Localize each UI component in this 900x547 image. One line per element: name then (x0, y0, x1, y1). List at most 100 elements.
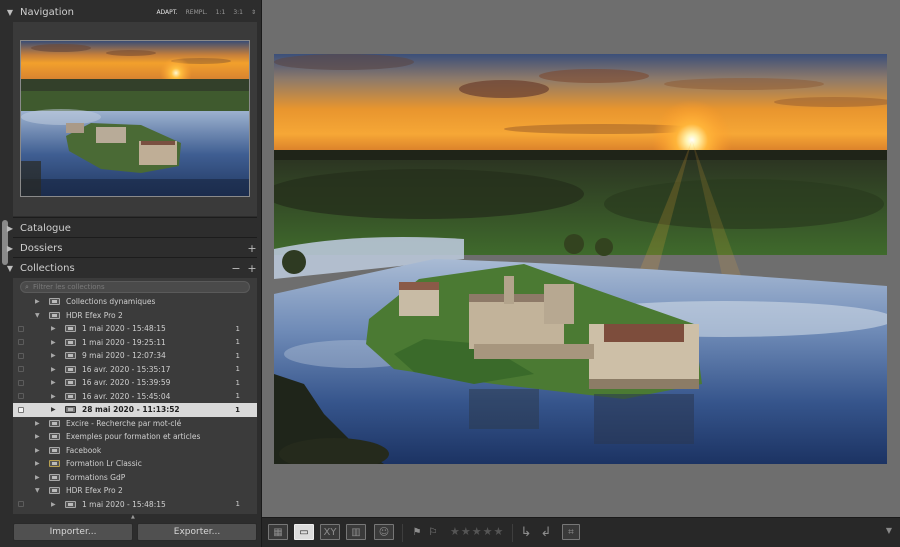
collection-set-icon (49, 419, 60, 427)
grid-view-icon[interactable]: ▦ (268, 524, 288, 540)
collection-set-row[interactable]: ▶ Collections dynamiques (13, 295, 257, 309)
target-collection-checkbox[interactable] (18, 325, 24, 332)
collection-icon (65, 406, 76, 413)
collection-row[interactable]: ▶ 1 mai 2020 - 15:48:15 1 (13, 498, 257, 512)
collection-icon (65, 325, 76, 332)
collection-icon (65, 365, 76, 373)
expand-triangle-icon[interactable]: ▶ (35, 447, 40, 454)
zoom-dropdown-icon[interactable]: ⇕ (251, 9, 256, 16)
collection-label: 1 mai 2020 - 15:48:15 (82, 499, 166, 509)
add-folder-icon[interactable]: + (246, 242, 258, 255)
rotate-right-icon[interactable]: ↲ (538, 524, 554, 540)
collection-row[interactable]: ▶ 1 mai 2020 - 19:25:11 1 (13, 336, 257, 350)
zoom-option-rempl[interactable]: REMPL. (186, 9, 208, 16)
target-collection-checkbox[interactable] (18, 352, 24, 359)
collection-label: 28 mai 2020 - 11:13:52 (82, 405, 180, 415)
expand-triangle-icon[interactable]: ▶ (51, 366, 56, 373)
remove-collection-icon[interactable]: − (230, 262, 242, 275)
expand-triangle-icon[interactable]: ▶ (51, 501, 56, 508)
collapse-triangle-icon[interactable]: ▼ (35, 312, 40, 319)
zoom-option-adapt[interactable]: ADAPT. (156, 9, 177, 16)
collection-set-row[interactable]: ▼ HDR Efex Pro 2 (13, 309, 257, 323)
target-collection-checkbox[interactable] (18, 406, 24, 413)
expand-triangle-icon[interactable]: ▶ (35, 460, 40, 467)
collection-label: 9 mai 2020 - 12:07:34 (82, 351, 166, 361)
collection-set-row[interactable]: ▶ Formations GdP (13, 471, 257, 485)
collection-count: 1 (235, 392, 240, 401)
expand-triangle-icon[interactable]: ▶ (35, 420, 40, 427)
collection-row[interactable]: ▶ 1 mai 2020 - 15:48:15 1 (13, 322, 257, 336)
collection-set-icon (49, 473, 60, 481)
collection-set-row[interactable]: ▶ Formation Lr Classic (13, 457, 257, 471)
search-icon: ⌕ (25, 282, 29, 291)
collections-list: ⌕ Filtrer les collections ▶ Collections d… (13, 278, 257, 514)
zoom-option-3-1[interactable]: 3:1 (233, 9, 243, 16)
toolbar-divider (402, 524, 403, 542)
collection-count: 1 (235, 351, 240, 360)
collections-filter-field[interactable]: ⌕ Filtrer les collections (20, 281, 250, 293)
collapse-triangle-icon[interactable]: ▼ (0, 8, 20, 17)
collapse-triangle-icon[interactable]: ▼ (0, 264, 20, 273)
collection-count: 1 (235, 500, 240, 509)
flag-pick-icon[interactable]: ⚑ (410, 524, 424, 540)
toolbar-menu-icon[interactable]: ▼ (886, 526, 892, 535)
expand-triangle-icon[interactable]: ▶ (51, 406, 56, 413)
panel-resize-grip-icon[interactable]: ▲ (131, 514, 135, 520)
collection-label: 1 mai 2020 - 15:48:15 (82, 324, 166, 334)
expand-triangle-icon[interactable]: ▶ (35, 433, 40, 440)
add-collection-icon[interactable]: + (246, 262, 258, 275)
loupe-canvas[interactable] (262, 0, 900, 517)
survey-view-icon[interactable]: ▥ (346, 524, 366, 540)
expand-triangle-icon[interactable]: ▶ (51, 393, 56, 400)
expand-triangle-icon[interactable]: ▶ (51, 339, 56, 346)
expand-triangle-icon[interactable]: ▶ (0, 244, 20, 253)
target-collection-checkbox[interactable] (18, 393, 24, 400)
catalogue-panel-header[interactable]: ▶ Catalogue (0, 218, 262, 238)
collection-row[interactable]: ▶ 28 mai 2020 - 11:13:52 1 (13, 403, 257, 417)
expand-triangle-icon[interactable]: ▶ (51, 379, 56, 386)
navigator-preview-image[interactable] (20, 40, 250, 197)
rotate-left-icon[interactable]: ↳ (518, 524, 534, 540)
collections-panel-header[interactable]: ▼ Collections − + (0, 258, 262, 278)
star-rating[interactable]: ★★★★★ (450, 525, 504, 538)
collection-set-icon (49, 446, 60, 454)
collection-set-row[interactable]: ▶ Exemples pour formation et articles (13, 430, 257, 444)
bottom-toolbar: ▦ ▭ XY ▥ ☺ ⚑ ⚐ ★★★★★ ↳ ↲ ⌗ ▼ (262, 517, 900, 547)
collection-icon (65, 500, 76, 508)
collection-count: 1 (235, 378, 240, 387)
zoom-option-1-1[interactable]: 1:1 (216, 9, 226, 16)
collection-set-row[interactable]: ▶ Facebook (13, 444, 257, 458)
collection-set-icon (49, 311, 60, 319)
collection-row[interactable]: ▶ 16 avr. 2020 - 15:39:59 1 (13, 376, 257, 390)
target-collection-checkbox[interactable] (18, 339, 24, 346)
compare-view-icon[interactable]: XY (320, 524, 340, 540)
expand-triangle-icon[interactable]: ▶ (35, 474, 40, 481)
navigation-panel-header[interactable]: ▼ Navigation ADAPT. REMPL. 1:1 3:1 ⇕ (0, 2, 262, 22)
collection-row[interactable]: ▶ 16 avr. 2020 - 15:45:04 1 (13, 390, 257, 404)
collection-label: Excire - Recherche par mot-clé (66, 418, 182, 428)
flag-reject-icon[interactable]: ⚐ (426, 524, 440, 540)
export-button[interactable]: Exporter... (137, 523, 257, 541)
target-collection-checkbox[interactable] (18, 501, 24, 508)
main-photo[interactable] (274, 54, 887, 464)
collapse-triangle-icon[interactable]: ▼ (35, 487, 40, 494)
collection-row[interactable]: ▶ 16 avr. 2020 - 15:35:17 1 (13, 363, 257, 377)
collection-set-icon (49, 298, 60, 305)
people-view-icon[interactable]: ☺ (374, 524, 394, 540)
loupe-view-icon[interactable]: ▭ (294, 524, 314, 540)
collection-set-row[interactable]: ▶ Excire - Recherche par mot-clé (13, 417, 257, 431)
collection-icon (65, 379, 76, 386)
collection-row[interactable]: ▶ 9 mai 2020 - 12:07:34 1 (13, 349, 257, 363)
expand-triangle-icon[interactable]: ▶ (35, 298, 40, 305)
dossiers-panel-header[interactable]: ▶ Dossiers + (0, 238, 262, 258)
target-collection-checkbox[interactable] (18, 379, 24, 386)
expand-triangle-icon[interactable]: ▶ (51, 352, 56, 359)
collection-count: 1 (235, 324, 240, 333)
collection-set-row[interactable]: ▼ HDR Efex Pro 2 (13, 484, 257, 498)
expand-triangle-icon[interactable]: ▶ (0, 224, 20, 233)
import-button[interactable]: Importer... (13, 523, 133, 541)
collection-set-icon (49, 460, 60, 467)
expand-triangle-icon[interactable]: ▶ (51, 325, 56, 332)
target-collection-checkbox[interactable] (18, 366, 24, 373)
crop-overlay-icon[interactable]: ⌗ (562, 524, 580, 540)
